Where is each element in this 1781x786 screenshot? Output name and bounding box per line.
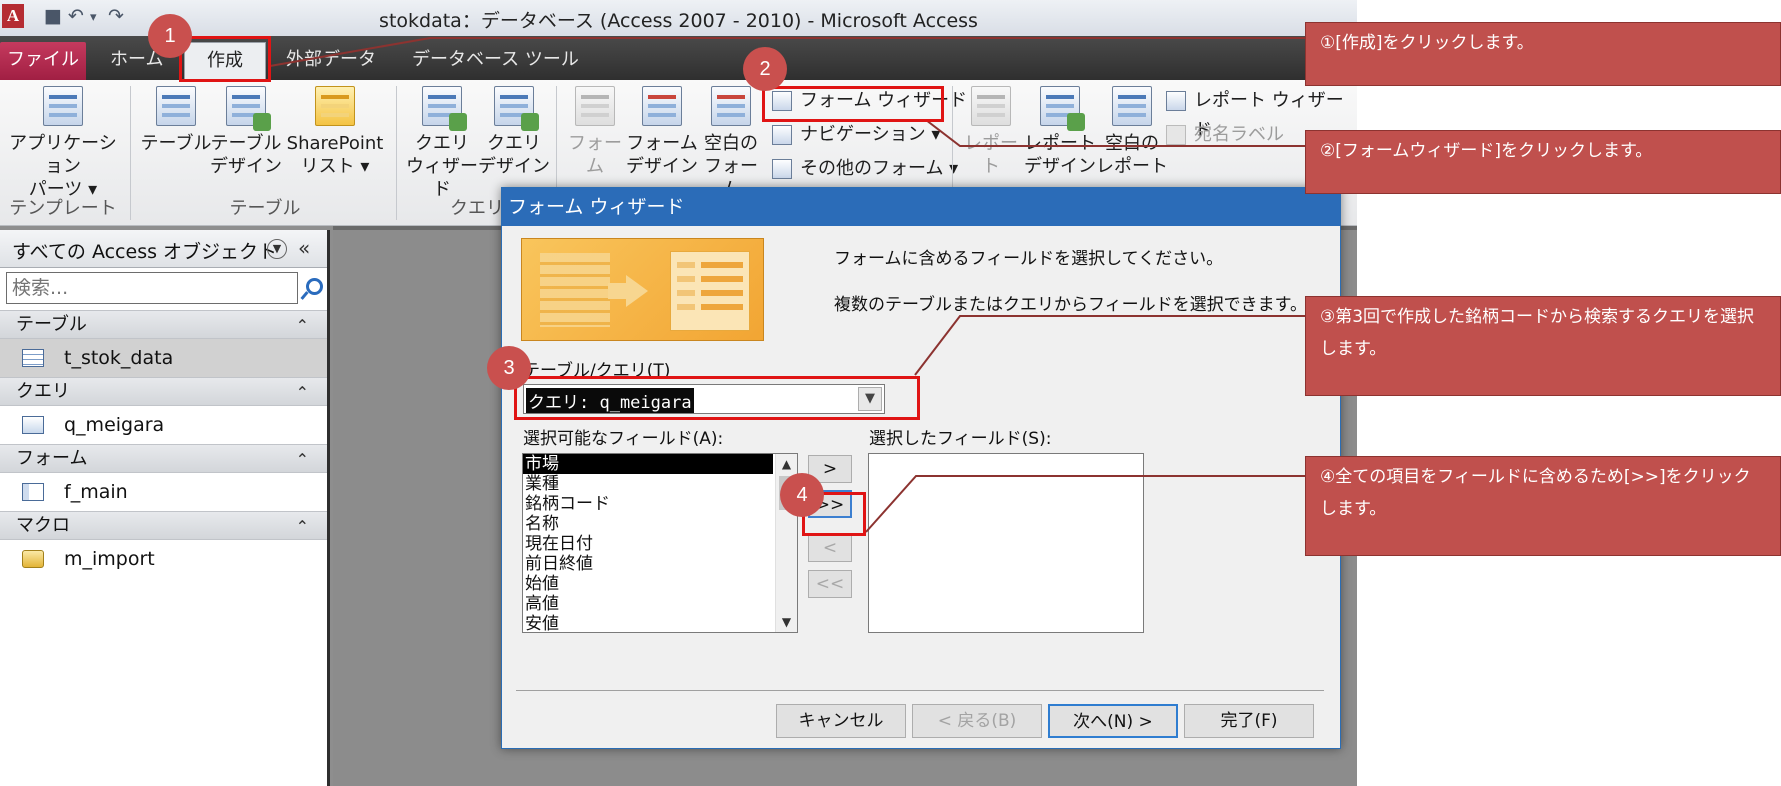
highlight-create-tab (179, 36, 271, 82)
leader-line-1 (269, 37, 1305, 67)
step-marker-4: 4 (780, 473, 824, 517)
callout-4: ④全ての項目をフィールドに含めるため[>>]をクリックします。 (1305, 456, 1781, 556)
callout-1: ①[作成]をクリックします。 (1305, 22, 1781, 86)
step-marker-2: 2 (743, 47, 787, 91)
callout-2: ②[フォームウィザード]をクリックします。 (1305, 130, 1781, 194)
step-marker-3: 3 (487, 346, 531, 390)
step-marker-1: 1 (148, 14, 192, 58)
leader-line-2 (925, 119, 1305, 147)
leader-line-3 (914, 315, 1305, 376)
leader-line-4 (865, 475, 1305, 533)
highlight-table-query (514, 376, 920, 420)
callout-3: ③第3回で作成した銘柄コードから検索するクエリを選択します。 (1305, 296, 1781, 396)
highlight-form-wizard (762, 86, 944, 122)
